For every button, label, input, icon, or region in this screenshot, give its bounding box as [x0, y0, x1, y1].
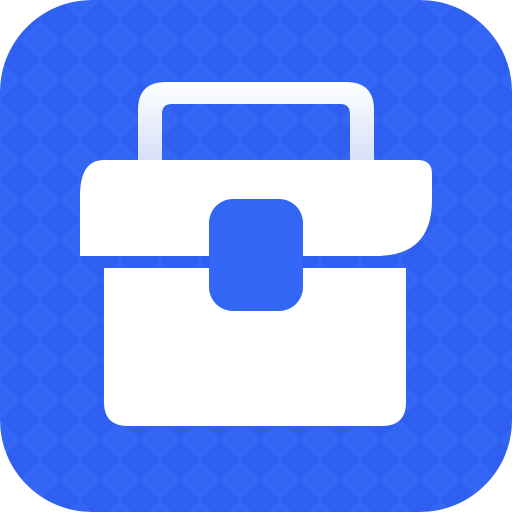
app-icon-stage — [0, 0, 512, 512]
toolbox-latch — [209, 199, 303, 311]
toolbox-app-icon[interactable] — [0, 0, 512, 512]
